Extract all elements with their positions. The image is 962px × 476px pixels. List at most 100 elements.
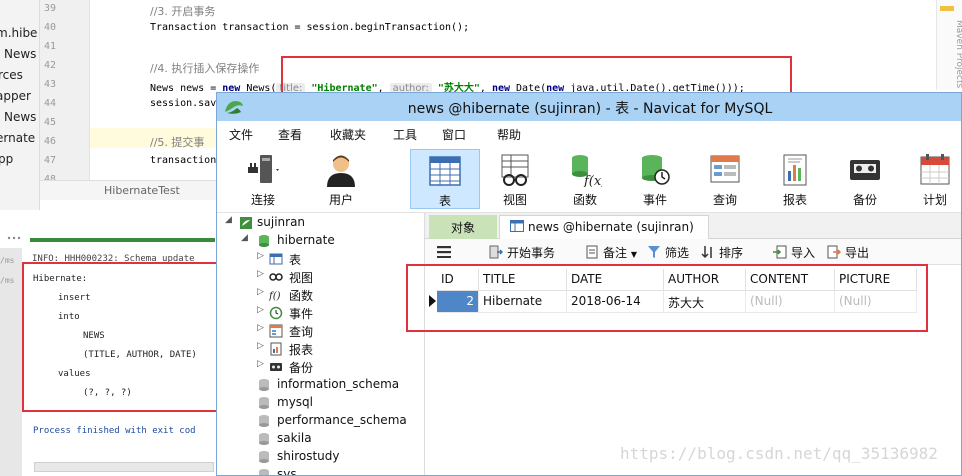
tree-item-events[interactable]: ▷ 事件 [217,304,424,322]
code-line[interactable]: session.sav [150,98,216,109]
import-icon [773,245,787,259]
chevron-right-icon[interactable]: ▷ [257,323,264,333]
annotation-box-code [281,56,792,96]
event-icon [642,155,670,185]
chevron-right-icon[interactable]: ▷ [257,305,264,315]
user-icon [327,155,355,187]
toolbar-label: 连接 [250,193,275,207]
menu-view[interactable]: 查看 [278,126,302,143]
menu-favorites[interactable]: 收藏夹 [330,126,366,143]
line-number: 47 [44,155,57,166]
line-number: 39 [44,3,57,14]
filter-label: 筛选 [665,246,690,260]
tree-database-sakila[interactable]: sakila [217,430,424,448]
tree-item-queries[interactable]: ▷ 查询 [217,322,424,340]
database-icon [259,235,269,247]
tree-database-information-schema[interactable]: information_schema [217,376,424,394]
tree-database-shirostudy[interactable]: shirostudy [217,448,424,466]
toolbar-views-button[interactable]: 视图 [485,149,545,209]
side-panel-label[interactable]: Maven Projects [954,20,962,88]
chevron-right-icon[interactable]: ▷ [257,287,264,297]
hamburger-menu-icon[interactable] [437,246,451,258]
tab-objects[interactable]: 对象 [429,215,497,239]
menu-tools[interactable]: 工具 [393,126,417,143]
project-tree-item[interactable]: pp [0,152,13,166]
console-side-label: /ms [0,256,15,265]
tree-item-backups[interactable]: ▷ 备份 [217,358,424,376]
export-icon [827,245,841,259]
export-button[interactable]: 导出 [827,244,869,261]
scroll-marker [940,6,954,11]
menu-file[interactable]: 文件 [229,126,253,143]
toolbar-schedule-button[interactable]: 计划 [905,149,961,209]
tree-database-hibernate[interactable]: ◢ hibernate [217,232,424,250]
menu-window[interactable]: 窗口 [442,126,466,143]
project-tree-item[interactable]: News [4,110,36,124]
import-button[interactable]: 导入 [773,244,815,261]
console-exit-line: Process finished with exit cod [33,426,196,436]
import-label: 导入 [791,246,816,260]
tree-item-tables[interactable]: ▷ 表 [217,250,424,268]
toolbar-query-button[interactable]: 查询 [695,149,755,209]
more-icon[interactable] [6,233,26,243]
tree-label: 报表 [289,343,314,357]
project-tree-item[interactable]: apper [0,89,31,103]
backup-icon [850,160,880,180]
expand-icon[interactable]: ◢ [241,233,248,243]
project-tree-item[interactable]: ernate [0,131,35,145]
filter-button[interactable]: 筛选 [647,244,689,261]
toolbar-connect-button[interactable]: 连接 [233,149,293,209]
tree-connection-sujinran[interactable]: ◢ sujinran [217,214,424,232]
calendar-icon [920,154,950,185]
toolbar-label: 函数 [572,193,597,207]
database-icon [259,415,269,427]
menu-bar: 文件 查看 收藏夹 工具 窗口 帮助 [217,121,961,145]
query-icon [710,155,740,183]
project-tree-item[interactable]: News [4,47,36,61]
toolbar-events-button[interactable]: 事件 [625,149,685,209]
title-bar[interactable]: news @hibernate (sujinran) - 表 - Navicat… [217,93,961,121]
toolbar-functions-button[interactable]: f(x) 函数 [555,149,615,209]
tree-database-mysql[interactable]: mysql [217,394,424,412]
project-tree-item[interactable]: m.hibe [0,26,37,40]
console-scrollbar[interactable] [34,462,214,472]
project-tree-item[interactable]: rces [0,68,23,82]
chevron-right-icon[interactable]: ▷ [257,251,264,261]
toolbar-reports-button[interactable]: 报表 [765,149,825,209]
expand-icon[interactable]: ◢ [225,215,232,225]
menu-help[interactable]: 帮助 [497,126,521,143]
code-line[interactable]: transaction [150,155,216,166]
tree-label: sakila [277,431,312,445]
chevron-down-icon[interactable]: ▼ [631,250,637,259]
begin-transaction-button[interactable]: 开始事务 [489,244,555,261]
sort-label: 排序 [719,246,744,260]
tree-item-functions[interactable]: ▷ f() 函数 [217,286,424,304]
filter-icon [648,246,660,258]
tree-item-views[interactable]: ▷ 视图 [217,268,424,286]
toolbar-user-button[interactable]: 用户 [311,149,371,209]
toolbar-backup-button[interactable]: 备份 [835,149,895,209]
line-number: 42 [44,60,57,71]
window-title: news @hibernate (sujinran) - 表 - Navicat… [407,101,773,117]
tree-item-reports[interactable]: ▷ 报表 [217,340,424,358]
chevron-right-icon[interactable]: ▷ [257,359,264,369]
main-toolbar: 连接 用户 表 视图 f(x 函数 事件 查询 报表 备份 计划 [217,145,961,213]
tree-database-performance-schema[interactable]: performance_schema [217,412,424,430]
line-number: 45 [44,117,57,128]
tab-news-table[interactable]: news @hibernate (sujinran) ... [499,215,709,248]
breadcrumb-item[interactable]: HibernateTest [104,184,180,197]
toolbar-tables-button[interactable]: 表 [410,149,480,209]
toolbar-label: 视图 [502,193,527,207]
line-number: 41 [44,41,57,52]
console-sql-line: values [58,369,91,379]
line-number: 40 [44,22,57,33]
code-line[interactable]: Transaction transaction = session.beginT… [150,22,469,33]
view-icon [501,154,529,186]
sort-button[interactable]: 排序 [701,244,743,261]
tree-database-sys[interactable]: sys [217,466,424,475]
database-icon [259,397,269,409]
query-icon [269,324,283,338]
chevron-right-icon[interactable]: ▷ [257,341,264,351]
chevron-right-icon[interactable]: ▷ [257,269,264,279]
note-button[interactable]: 备注 ▼ [585,244,637,261]
